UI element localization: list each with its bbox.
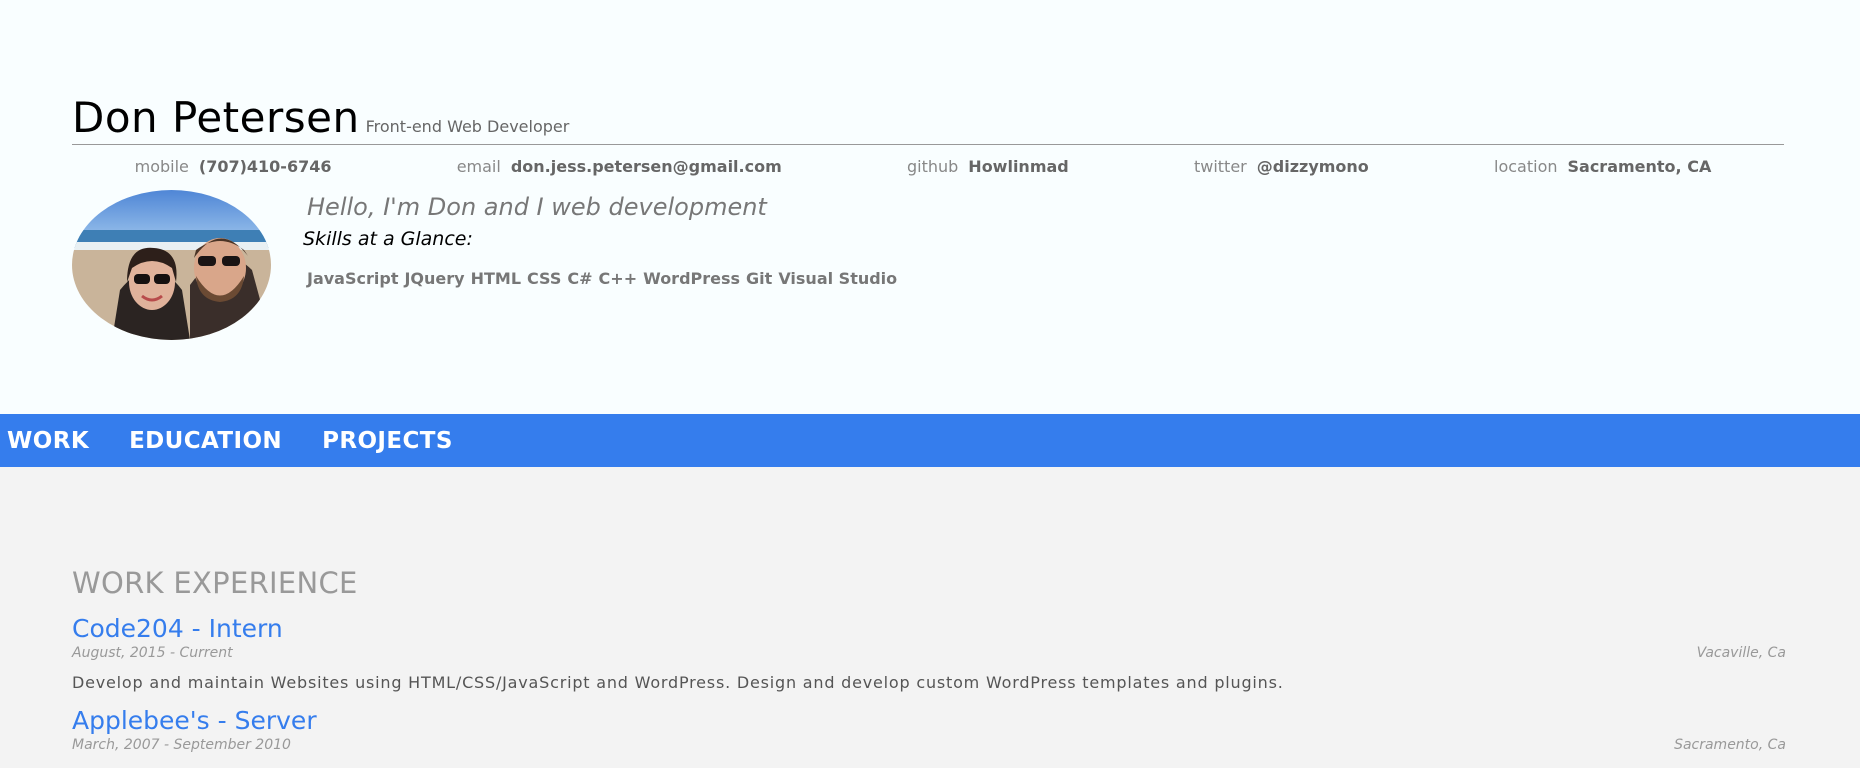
contact-value[interactable]: don.jess.petersen@gmail.com bbox=[511, 157, 782, 176]
skill-item: HTML bbox=[470, 269, 522, 288]
contact-label: email bbox=[456, 157, 501, 176]
contact-location: location Sacramento, CA bbox=[1494, 157, 1711, 176]
avatar bbox=[72, 190, 271, 340]
job-description: Develop and maintain Websites using HTML… bbox=[72, 673, 1284, 692]
nav-education[interactable]: EDUCATION bbox=[129, 428, 282, 454]
skill-item: Visual Studio bbox=[778, 269, 898, 288]
contact-value: Sacramento, CA bbox=[1567, 157, 1712, 176]
skill-item: JQuery bbox=[404, 269, 465, 288]
nav-work[interactable]: WORK bbox=[7, 428, 89, 454]
job-location: Sacramento, Ca bbox=[1674, 737, 1786, 753]
intro: Hello, I'm Don and I web development Ski… bbox=[72, 190, 1784, 340]
intro-text: Hello, I'm Don and I web development Ski… bbox=[303, 190, 897, 340]
main-nav: WORK EDUCATION PROJECTS bbox=[0, 414, 1860, 467]
contact-value[interactable]: @dizzymono bbox=[1257, 157, 1369, 176]
skill-item: JavaScript bbox=[307, 269, 399, 288]
contact-label: mobile bbox=[134, 157, 189, 176]
contact-label: twitter bbox=[1193, 157, 1247, 176]
skills-list: JavaScript JQuery HTML CSS C# C++ WordPr… bbox=[307, 269, 897, 288]
skill-item: C++ bbox=[598, 269, 638, 288]
nav-projects[interactable]: PROJECTS bbox=[322, 428, 453, 454]
contact-email[interactable]: email don.jess.petersen@gmail.com bbox=[457, 157, 782, 176]
job-dates: March, 2007 - September 2010 bbox=[72, 737, 291, 753]
name-row: Don Petersen Front-end Web Developer bbox=[72, 94, 1784, 145]
job-entry: Applebee's - Server March, 2007 - Septem… bbox=[72, 706, 1786, 753]
page-title: Don Petersen bbox=[72, 93, 360, 142]
role-subtitle: Front-end Web Developer bbox=[365, 117, 570, 136]
contact-mobile: mobile (707)410-6746 bbox=[135, 157, 332, 176]
job-meta: March, 2007 - September 2010 Sacramento,… bbox=[72, 737, 1786, 753]
job-title[interactable]: Code204 - Intern bbox=[72, 614, 1786, 643]
job-dates: August, 2015 - Current bbox=[72, 645, 233, 661]
welcome-message: Hello, I'm Don and I web development bbox=[307, 193, 767, 221]
job-location: Vacaville, Ca bbox=[1696, 645, 1786, 661]
header: Don Petersen Front-end Web Developer mob… bbox=[0, 0, 1860, 414]
contact-value[interactable]: Howlinmad bbox=[968, 157, 1068, 176]
section-title: WORK EXPERIENCE bbox=[72, 566, 358, 600]
contact-twitter[interactable]: twitter @dizzymono bbox=[1194, 157, 1369, 176]
job-meta: August, 2015 - Current Vacaville, Ca bbox=[72, 645, 1786, 661]
skills-heading: Skills at a Glance: bbox=[303, 228, 473, 250]
contact-label: github bbox=[906, 157, 959, 176]
contact-bar: mobile (707)410-6746 email don.jess.peters… bbox=[72, 157, 1784, 176]
skill-item: WordPress bbox=[643, 269, 741, 288]
job-entry: Code204 - Intern August, 2015 - Current … bbox=[72, 614, 1786, 692]
work-experience-section: WORK EXPERIENCE Code204 - Intern August,… bbox=[72, 467, 1786, 753]
skill-item: Git bbox=[746, 269, 773, 288]
contact-value: (707)410-6746 bbox=[198, 157, 332, 176]
skill-item: C# bbox=[567, 269, 593, 288]
job-title[interactable]: Applebee's - Server bbox=[72, 706, 1786, 735]
contact-github[interactable]: github Howlinmad bbox=[907, 157, 1069, 176]
skill-item: CSS bbox=[527, 269, 562, 288]
contact-label: location bbox=[1494, 157, 1558, 176]
